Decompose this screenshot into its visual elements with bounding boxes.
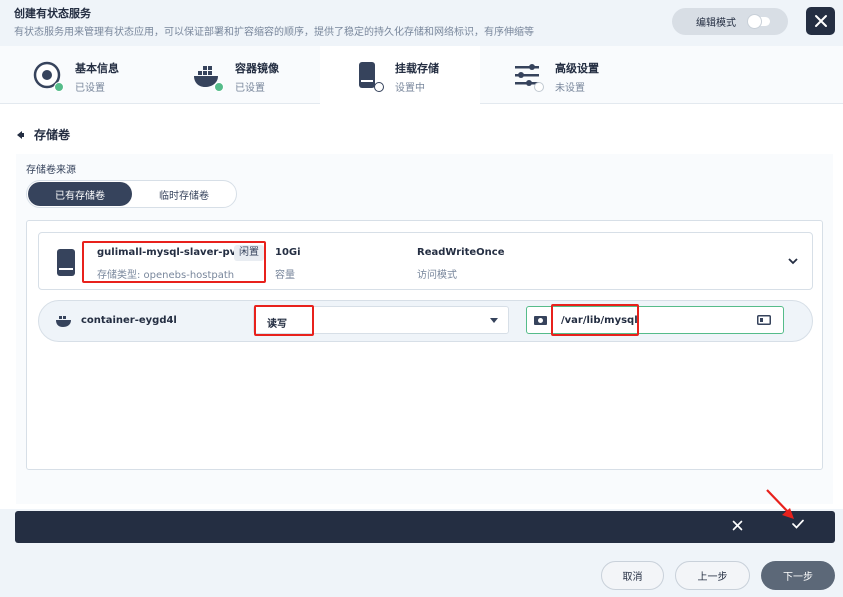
mount-mode-select[interactable]: 读写 bbox=[253, 306, 509, 334]
status-badge: 闲置 bbox=[234, 245, 264, 261]
modal-header: 创建有状态服务 有状态服务用来管理有状态应用，可以保证部署和扩容缩容的顺序，提供… bbox=[0, 0, 843, 46]
step-status: 已设置 bbox=[235, 83, 265, 94]
capacity-label: 容量 bbox=[275, 270, 295, 281]
chevron-down-icon[interactable] bbox=[788, 257, 798, 265]
step-status: 未设置 bbox=[555, 83, 585, 94]
status-current-icon bbox=[374, 82, 384, 92]
annotation-arrow-icon bbox=[766, 489, 794, 519]
option-existing-volume[interactable]: 已有存储卷 bbox=[28, 182, 132, 206]
mount-path-field[interactable] bbox=[526, 306, 784, 334]
mount-path-input[interactable] bbox=[561, 312, 741, 328]
volume-box: gulimall-mysql-slaver-pvc 闲置 存储类型: opene… bbox=[26, 220, 823, 470]
mount-row: container-eygd4l 读写 bbox=[38, 300, 813, 342]
cancel-button[interactable]: 取消 bbox=[601, 561, 664, 590]
step-status: 设置中 bbox=[395, 83, 425, 94]
close-button[interactable] bbox=[806, 7, 835, 35]
status-done-icon bbox=[54, 82, 64, 92]
toggle-switch[interactable] bbox=[748, 15, 770, 28]
mount-mode-value: 读写 bbox=[267, 319, 287, 330]
step-label: 高级设置 bbox=[555, 62, 599, 75]
access-mode-value: ReadWriteOnce bbox=[417, 247, 505, 258]
step-mount-storage[interactable]: 挂载存储 设置中 bbox=[320, 46, 480, 104]
caret-down-icon bbox=[490, 318, 498, 323]
back-link[interactable]: 存储卷 bbox=[16, 126, 70, 143]
option-temporary-volume[interactable]: 临时存储卷 bbox=[132, 182, 236, 206]
step-label: 容器镜像 bbox=[235, 62, 279, 75]
disk-icon bbox=[57, 249, 75, 276]
step-label: 基本信息 bbox=[75, 62, 119, 75]
confirm-bar bbox=[15, 511, 835, 543]
capacity-value: 10Gi bbox=[275, 247, 301, 258]
step-tabs: 基本信息 已设置 容器镜像 已设置 挂载存储 设置中 高级设置 未设置 bbox=[0, 46, 843, 104]
step-basic-info[interactable]: 基本信息 已设置 bbox=[0, 46, 160, 104]
pvc-storage-type: 存储类型: openebs-hostpath bbox=[97, 270, 235, 281]
access-mode-label: 访问模式 bbox=[417, 270, 457, 281]
container-name: container-eygd4l bbox=[81, 315, 177, 326]
previous-step-button[interactable]: 上一步 bbox=[675, 561, 750, 590]
page-description: 有状态服务用来管理有状态应用，可以保证部署和扩容缩容的顺序，提供了稳定的持久化存… bbox=[14, 27, 534, 38]
step-container-image[interactable]: 容器镜像 已设置 bbox=[160, 46, 320, 104]
step-status: 已设置 bbox=[75, 83, 105, 94]
next-step-button[interactable]: 下一步 bbox=[761, 561, 835, 590]
close-icon bbox=[814, 15, 827, 27]
edit-mode-toggle[interactable]: 编辑模式 bbox=[672, 8, 788, 35]
volume-panel: 存储卷来源 已有存储卷 临时存储卷 gulimall-mysql-slaver-… bbox=[16, 154, 833, 504]
modal-footer: 取消 上一步 下一步 bbox=[0, 543, 843, 597]
volume-source-selector: 已有存储卷 临时存储卷 bbox=[26, 180, 237, 208]
docker-whale-icon bbox=[56, 316, 71, 327]
status-done-icon bbox=[214, 82, 224, 92]
cancel-mount-button[interactable] bbox=[732, 519, 743, 535]
status-pending-icon bbox=[534, 82, 544, 92]
edit-mode-label: 编辑模式 bbox=[696, 18, 736, 29]
camera-icon bbox=[527, 307, 553, 333]
step-label: 挂载存储 bbox=[395, 62, 439, 75]
close-icon bbox=[732, 520, 743, 531]
storage-card-icon[interactable] bbox=[757, 315, 771, 328]
pvc-card[interactable]: gulimall-mysql-slaver-pvc 闲置 存储类型: opene… bbox=[38, 232, 813, 290]
form-content: 存储卷 存储卷来源 已有存储卷 临时存储卷 gulimall-mysql-sla… bbox=[0, 104, 843, 509]
page-title: 创建有状态服务 bbox=[14, 7, 91, 20]
step-advanced-settings[interactable]: 高级设置 未设置 bbox=[480, 46, 640, 104]
volume-source-label: 存储卷来源 bbox=[26, 165, 76, 176]
pvc-name: gulimall-mysql-slaver-pvc bbox=[97, 247, 243, 258]
section-title: 存储卷 bbox=[34, 128, 71, 142]
back-arrow-icon bbox=[17, 130, 24, 139]
